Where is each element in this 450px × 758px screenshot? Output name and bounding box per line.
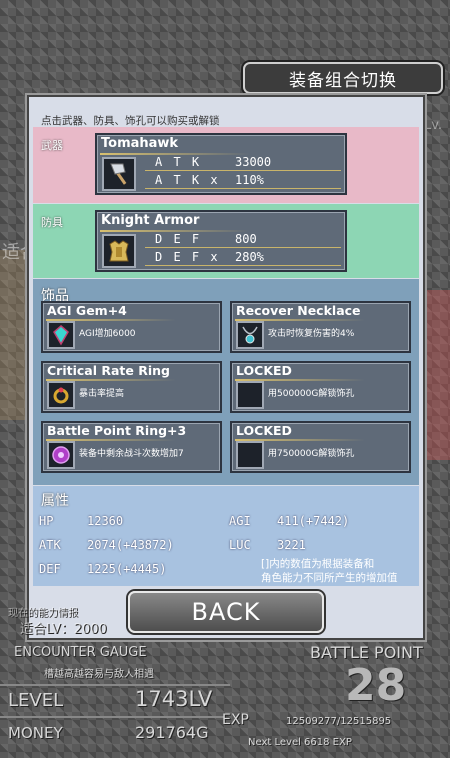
weapon-label: 武器 xyxy=(41,139,63,152)
attr-value: 2074(+43872) xyxy=(87,538,174,552)
attr-atk: ATK 2074(+43872) xyxy=(39,538,174,552)
accessory-desc: AGI增加6000 xyxy=(79,329,136,339)
current-suitable-lv: 适合LV：2000 xyxy=(20,622,107,637)
stat-label: D E F x xyxy=(155,250,220,264)
attr-agi: AGI 411(+7442) xyxy=(229,514,349,528)
money-label: MONEY xyxy=(8,724,63,742)
attr-value: 411(+7442) xyxy=(277,514,350,528)
background-lv-text: Lv. xyxy=(424,118,443,133)
attr-hp: HP 12360 xyxy=(39,514,123,528)
next-level-exp: Next Level 6618 EXP xyxy=(248,737,352,748)
stat-value: 800 xyxy=(235,232,257,246)
accessory-slot-1[interactable]: AGI Gem+4 AGI增加6000 xyxy=(41,301,222,353)
weapon-section: 武器 Tomahawk A T K 33000 A T K x 110% xyxy=(33,127,419,203)
equipment-switch-tab[interactable]: 装备组合切换 xyxy=(243,62,443,94)
attributes-section: 属性 HP 12360 ATK 2074(+43872) DEF 1225(+4445… xyxy=(33,486,419,586)
attr-value: 1225(+4445) xyxy=(87,562,167,576)
attr-key: DEF xyxy=(39,562,61,576)
attr-key: HP xyxy=(39,514,54,528)
accessory-desc: 装备中剩余战斗次数增加7 xyxy=(79,449,184,459)
weapon-slot[interactable]: Tomahawk A T K 33000 A T K x 110% xyxy=(95,133,347,195)
armor-name: Knight Armor xyxy=(101,213,200,228)
attr-key: ATK xyxy=(39,538,61,552)
axe-icon xyxy=(102,157,136,191)
accessory-name: LOCKED xyxy=(236,423,292,438)
attr-value: 12360 xyxy=(87,514,124,528)
attributes-label: 属性 xyxy=(41,493,69,509)
gem-icon xyxy=(47,321,75,349)
attr-luc: LUC 3221 xyxy=(229,538,306,552)
money-value: 291764G xyxy=(135,723,209,742)
equipment-panel: 点击武器、防具、饰孔可以购买或解锁 武器 Tomahawk A T K 3300… xyxy=(27,95,425,640)
level-label: LEVEL xyxy=(8,690,64,711)
armor-slot[interactable]: Knight Armor D E F 800 D E F x 280% xyxy=(95,210,347,272)
hud-divider xyxy=(0,684,230,686)
background-pixel-block xyxy=(0,250,30,420)
accessory-slot-5[interactable]: Battle Point Ring+3 装备中剩余战斗次数增加7 xyxy=(41,421,222,473)
attr-key: LUC xyxy=(229,538,251,552)
ring-icon xyxy=(47,381,75,409)
attr-def: DEF 1225(+4445) xyxy=(39,562,166,576)
stat-value: 110% xyxy=(235,173,264,187)
stat-label: A T K x xyxy=(155,173,220,187)
accessory-slot-3[interactable]: Critical Rate Ring 暴击率提高 xyxy=(41,361,222,413)
stat-value: 280% xyxy=(235,250,264,264)
stat-label: A T K xyxy=(155,155,202,169)
accessory-desc: 攻击时恢复伤害的4% xyxy=(268,329,355,339)
attr-key: AGI xyxy=(229,514,251,528)
accessory-name: Recover Necklace xyxy=(236,303,361,318)
necklace-icon xyxy=(236,321,264,349)
accessory-slot-2[interactable]: Recover Necklace 攻击时恢复伤害的4% xyxy=(230,301,411,353)
accessory-section: 饰品 AGI Gem+4 AGI增加6000 Recover Necklace … xyxy=(33,279,419,485)
encounter-gauge-desc: 槽越高越容易与敌人相遇 xyxy=(44,669,154,680)
attr-note-2: 角色能力不同所产生的增加值 xyxy=(261,572,398,584)
panel-hint: 点击武器、防具、饰孔可以购买或解锁 xyxy=(41,115,220,127)
weapon-stat-atk: A T K 33000 xyxy=(145,155,341,171)
stat-label: D E F xyxy=(155,232,202,246)
accessory-desc: 用750000G解锁饰孔 xyxy=(268,449,355,459)
locked-slot-icon xyxy=(236,441,264,469)
armor-stat-def-multiplier: D E F x 280% xyxy=(145,250,341,266)
back-button[interactable]: BACK xyxy=(128,591,324,633)
armor-label: 防具 xyxy=(41,216,63,229)
accessory-name: Battle Point Ring+3 xyxy=(47,423,187,438)
attr-note-1: []内的数值为根据装备和 xyxy=(261,558,375,570)
level-value: 1743LV xyxy=(135,687,213,711)
armor-stat-def: D E F 800 xyxy=(145,232,341,248)
locked-slot-icon xyxy=(236,381,264,409)
weapon-stat-atk-multiplier: A T K x 110% xyxy=(145,173,341,189)
accessory-slot-6-locked[interactable]: LOCKED 用750000G解锁饰孔 xyxy=(230,421,411,473)
orb-ring-icon xyxy=(47,441,75,469)
weapon-name: Tomahawk xyxy=(101,136,179,151)
hud-divider xyxy=(0,716,225,718)
accessory-desc: 暴击率提高 xyxy=(79,389,125,399)
armor-icon xyxy=(102,234,136,268)
attr-value: 3221 xyxy=(277,538,306,552)
stat-value: 33000 xyxy=(235,155,272,169)
exp-value: 12509277/12515895 xyxy=(286,716,392,727)
exp-label: EXP xyxy=(222,712,249,728)
accessory-desc: 用500000G解锁饰孔 xyxy=(268,389,355,399)
accessory-name: Critical Rate Ring xyxy=(47,363,170,378)
accessory-name: LOCKED xyxy=(236,363,292,378)
accessory-name: AGI Gem+4 xyxy=(47,303,127,318)
accessory-slot-4-locked[interactable]: LOCKED 用500000G解锁饰孔 xyxy=(230,361,411,413)
battle-point-value: 28 xyxy=(345,660,407,711)
current-ability-text: 现在的能力情报 xyxy=(8,608,78,619)
armor-section: 防具 Knight Armor D E F 800 D E F x 280% xyxy=(33,204,419,278)
encounter-gauge-title: ENCOUNTER GAUGE xyxy=(14,645,147,660)
